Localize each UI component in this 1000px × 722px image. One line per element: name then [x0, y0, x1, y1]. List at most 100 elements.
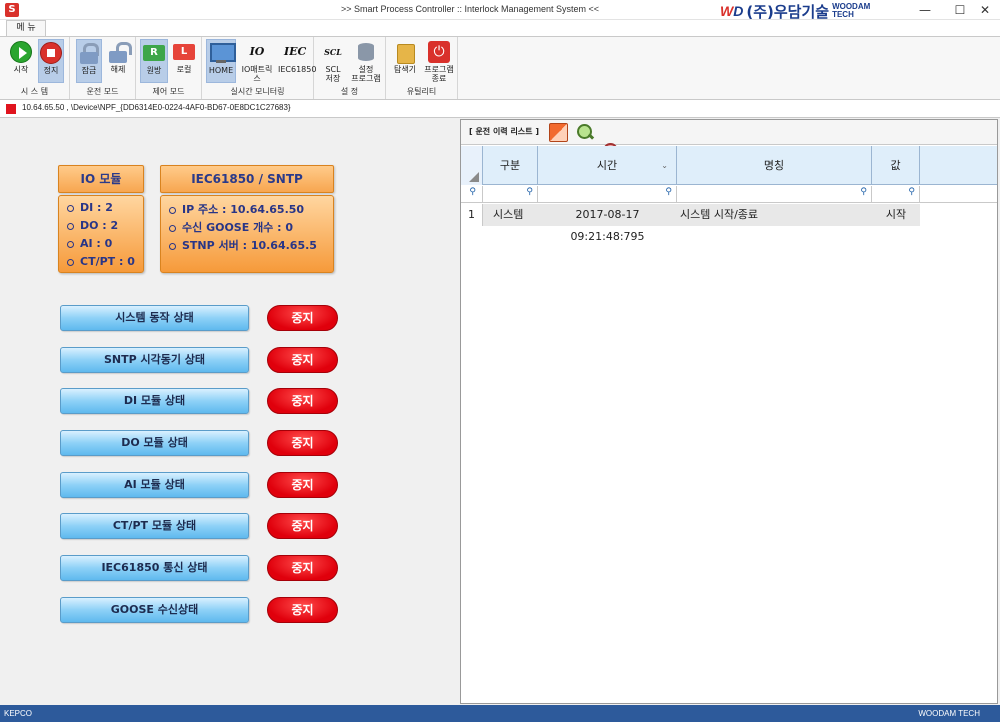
tab-menu[interactable]: 메 뉴	[6, 20, 46, 37]
filter-cell-time[interactable]: ⚲	[538, 186, 677, 203]
connection-bar: 10.64.65.50 , \Device\NPF_{DD6314E0-0224…	[0, 100, 1000, 118]
filter-cell-type[interactable]: ⚲	[483, 186, 538, 203]
close-button[interactable]: ✕	[970, 2, 1000, 18]
filter-cell-value[interactable]: ⚲	[872, 186, 920, 203]
di-status-badge: 중지	[267, 388, 338, 414]
status-panel: IO 모듈 DI : 2 DO : 2 AI : 0 CT/PT : 0 IEC…	[2, 119, 458, 704]
io-matrix-icon: IO	[249, 45, 265, 58]
column-header-type[interactable]: 구분	[483, 146, 538, 185]
unlock-button[interactable]: 해제	[105, 39, 132, 83]
io-matrix-label: IO매트릭스	[241, 65, 273, 83]
grid-corner[interactable]	[461, 146, 483, 185]
play-icon	[10, 41, 32, 63]
scl-save-button[interactable]: SCL SCL 저장	[320, 39, 346, 83]
local-button[interactable]: L 로컬	[170, 39, 198, 83]
row-number: 1	[461, 204, 483, 226]
exit-program-button[interactable]: 프로그램 종료	[422, 39, 456, 83]
statusbar-left-text: KEPCO	[4, 709, 33, 718]
cell-type: 시스템	[483, 204, 538, 226]
history-panel: [ 운전 이력 리스트 ] 구분 시간 ⌄ 명칭 값 ⚲ ⚲ ⚲ ⚲ ⚲ 1 시…	[460, 119, 998, 704]
remote-button[interactable]: R 원방	[140, 39, 168, 83]
io-di-count: DI : 2	[67, 201, 113, 214]
home-button[interactable]: HOME	[206, 39, 236, 83]
group-label-settings: 설 정	[340, 87, 359, 96]
search-icon: ⚲	[908, 187, 915, 197]
cell-value: 시작	[872, 204, 920, 226]
group-operation-mode: 잠금 해제 운전 모드	[70, 37, 136, 99]
iec-goose-count: 수신 GOOSE 개수 : 0	[169, 219, 293, 235]
home-label: HOME	[208, 66, 234, 75]
eraser-icon[interactable]	[549, 123, 568, 142]
remote-icon: R	[143, 45, 165, 61]
filter-cell-name[interactable]: ⚲	[677, 186, 872, 203]
column-header-time[interactable]: 시간 ⌄	[538, 146, 677, 185]
iec61850-label: IEC61850	[278, 65, 317, 74]
search-icon: ⚲	[526, 187, 533, 197]
stop-button[interactable]: 정지	[38, 39, 64, 83]
stop-label: 정지	[43, 66, 59, 75]
config-label-1: 설정	[358, 65, 374, 74]
sntp-status-badge: 중지	[267, 347, 338, 373]
goose-status-badge: 중지	[267, 597, 338, 623]
statusbar-right-text: WOODAM TECH	[918, 709, 980, 718]
goose-status-label: GOOSE 수신상태	[60, 597, 249, 623]
lock-icon	[78, 42, 100, 64]
iec61850-status-badge: 중지	[267, 555, 338, 581]
io-matrix-button[interactable]: IO IO매트릭스	[238, 39, 276, 83]
database-icon	[355, 41, 377, 63]
io-ai-count: AI : 0	[67, 237, 112, 250]
start-button[interactable]: 시작	[8, 39, 34, 83]
folder-icon	[394, 41, 416, 64]
remote-label: 원방	[146, 66, 162, 75]
minimize-button[interactable]: —	[910, 2, 940, 18]
explorer-label: 탐색기	[393, 65, 417, 74]
sntp-status-label: SNTP 시각동기 상태	[60, 347, 249, 373]
ctpt-status-label: CT/PT 모듈 상태	[60, 513, 249, 539]
scl-label-1: SCL	[325, 65, 341, 74]
ctpt-status-badge: 중지	[267, 513, 338, 539]
group-monitoring: HOME IO IO매트릭스 IEC IEC61850 실시간 모니터링	[202, 37, 317, 99]
ai-status-badge: 중지	[267, 472, 338, 498]
logo-korean-name: (주)우담기술	[746, 2, 830, 21]
di-status-label: DI 모듈 상태	[60, 388, 249, 414]
grid-header: 구분 시간 ⌄ 명칭 값	[461, 146, 997, 185]
window-title: >> Smart Process Controller :: Interlock…	[340, 4, 600, 14]
filter-row: ⚲ ⚲ ⚲ ⚲ ⚲	[461, 186, 997, 203]
company-logo: WD (주)우담기술 WOODAM TECH	[720, 2, 872, 21]
explorer-button[interactable]: 탐색기	[390, 39, 420, 83]
title-bar: S >> Smart Process Controller :: Interlo…	[0, 0, 1000, 21]
history-toolbar: [ 운전 이력 리스트 ]	[461, 120, 997, 177]
config-program-button[interactable]: 설정 프로그램	[348, 39, 384, 83]
io-module-box: DI : 2 DO : 2 AI : 0 CT/PT : 0	[58, 195, 144, 273]
iec-sntp-server: STNP 서버 : 10.64.65.5	[169, 237, 317, 253]
config-label-2: 프로그램	[351, 74, 381, 83]
group-label-monitoring: 실시간 모니터링	[230, 87, 285, 96]
lock-label: 잠금	[81, 66, 97, 75]
ribbon: 시작 정지 시 스 템 잠금 해제 운전 모드 R 원방 L 로컬 제어 모드	[0, 36, 1000, 100]
group-label-system: 시 스 템	[20, 87, 49, 96]
iec61850-button[interactable]: IEC IEC61850	[278, 39, 317, 83]
io-module-title: IO 모듈	[58, 165, 144, 193]
cell-name: 시스템 시작/종료	[677, 204, 872, 226]
connection-device-text: 10.64.65.50 , \Device\NPF_{DD6314E0-0224…	[22, 103, 291, 112]
column-header-value[interactable]: 값	[872, 146, 920, 185]
status-bar: KEPCO WOODAM TECH	[0, 705, 1000, 722]
column-header-name[interactable]: 명칭	[677, 146, 872, 185]
io-ctpt-count: CT/PT : 0	[67, 255, 135, 268]
unlock-label: 해제	[110, 65, 126, 74]
zoom-in-icon[interactable]	[575, 123, 594, 142]
filter-cell-row[interactable]: ⚲	[461, 186, 483, 203]
group-label-control: 제어 모드	[152, 87, 185, 96]
local-icon: L	[173, 44, 195, 60]
iec-ip-address: IP 주소 : 10.64.65.50	[169, 201, 304, 217]
search-icon: ⚲	[860, 187, 867, 197]
connection-status-indicator	[6, 104, 16, 114]
table-row[interactable]: 1 시스템 2017-08-17 09:21:48:795 시스템 시작/종료 …	[461, 204, 921, 243]
app-icon[interactable]: S	[5, 3, 19, 17]
iec61850-status-label: IEC61850 통신 상태	[60, 555, 249, 581]
ribbon-tabs: 메 뉴	[0, 20, 1000, 37]
system-status-badge: 중지	[267, 305, 338, 331]
search-icon: ⚲	[469, 187, 476, 197]
lock-button[interactable]: 잠금	[76, 39, 102, 83]
group-control-mode: R 원방 L 로컬 제어 모드	[136, 37, 202, 99]
